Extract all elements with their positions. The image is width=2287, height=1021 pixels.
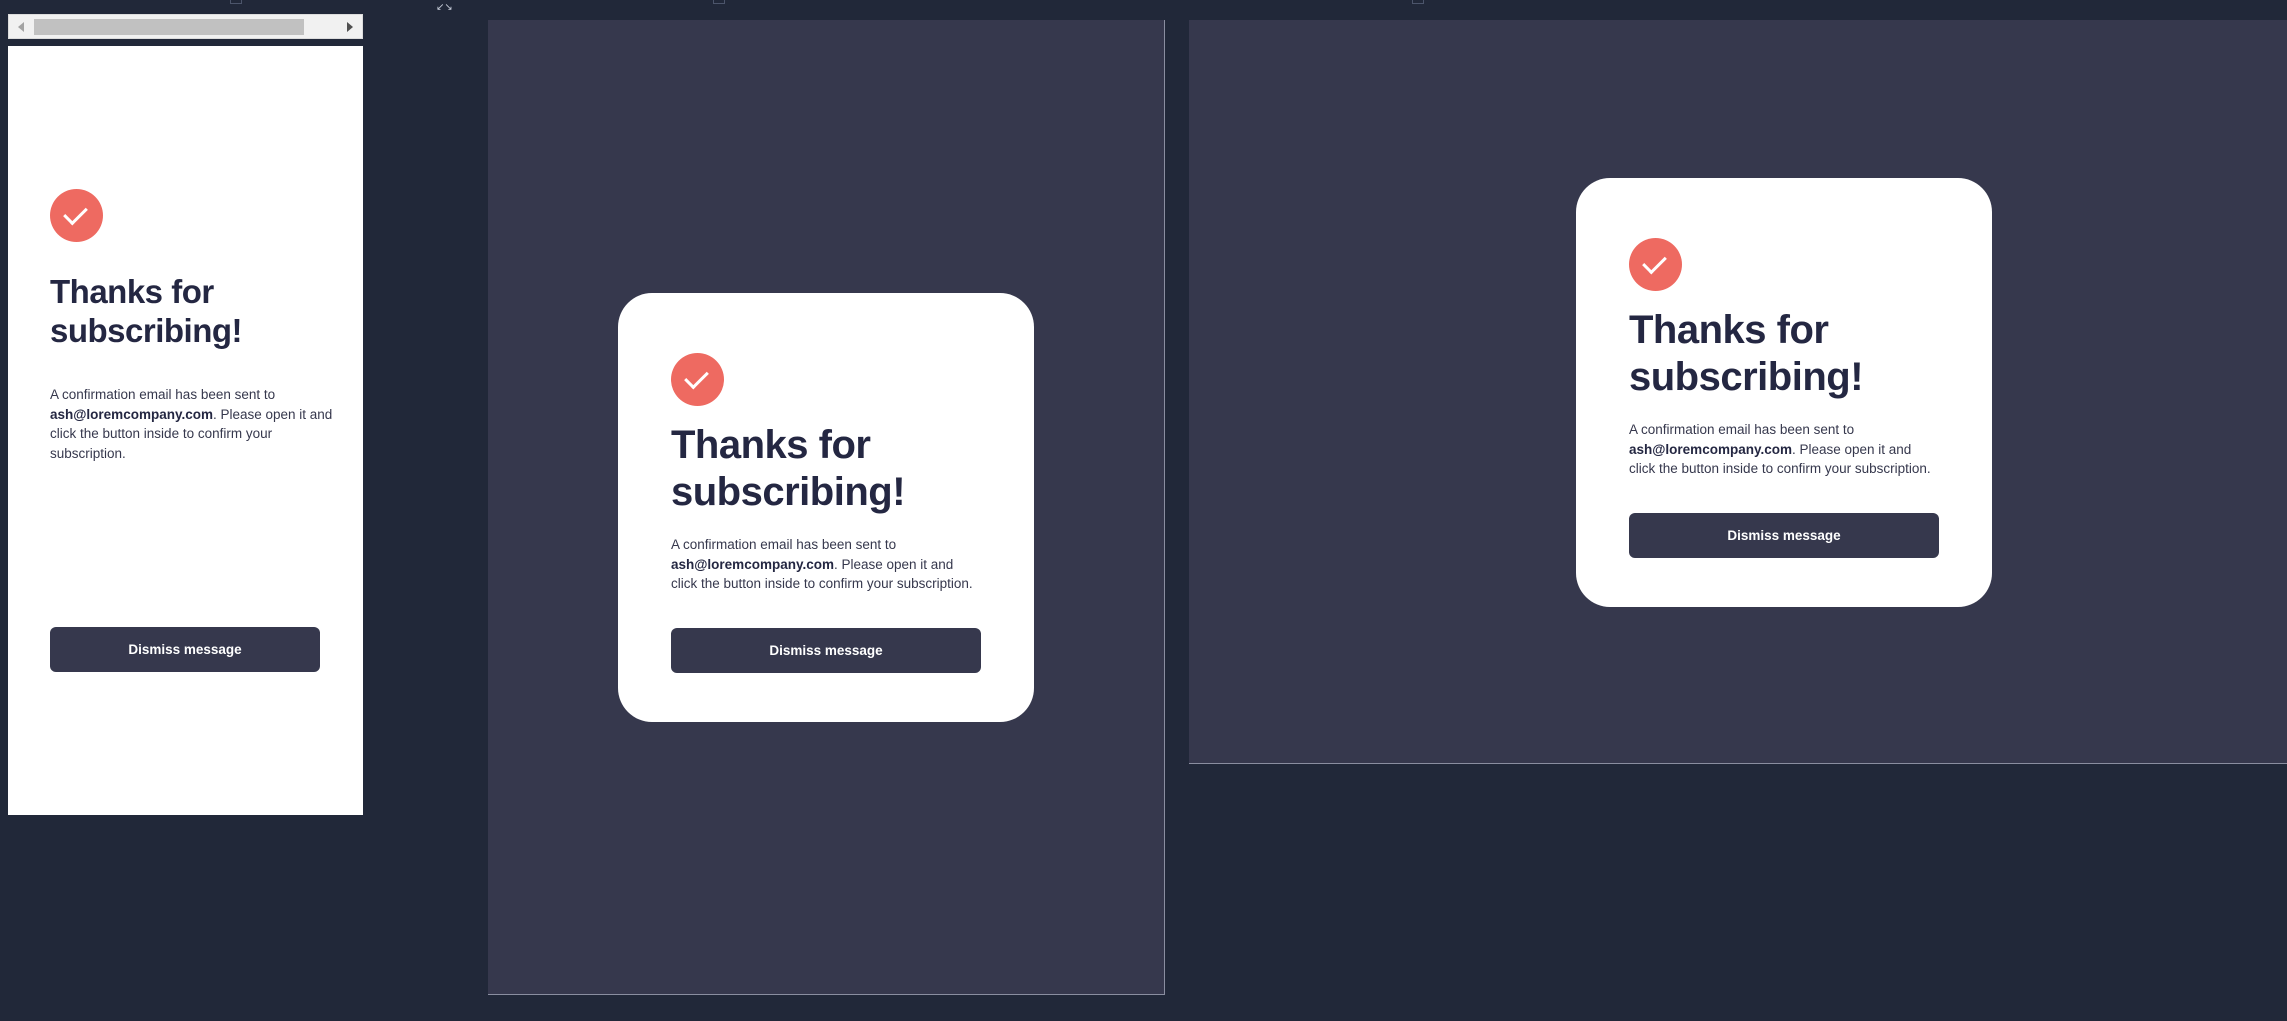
tablet-preview: Thanks for subscribing! A confirmation e… <box>488 20 1165 995</box>
email-address: ash@loremcompany.com <box>1629 441 1792 457</box>
confirmation-text: A confirmation email has been sent to as… <box>671 535 981 594</box>
confirmation-text: A confirmation email has been sent to as… <box>50 385 335 463</box>
email-address: ash@loremcompany.com <box>50 406 213 422</box>
dismiss-button[interactable]: Dismiss message <box>50 627 320 672</box>
success-title: Thanks for subscribing! <box>50 273 243 349</box>
dismiss-button[interactable]: Dismiss message <box>671 628 981 673</box>
check-circle-icon <box>1629 238 1682 291</box>
intro-text: A confirmation email has been sent to <box>1629 422 1855 437</box>
intro-text: A confirmation email has been sent to <box>671 537 897 552</box>
confirmation-text: A confirmation email has been sent to as… <box>1629 420 1939 479</box>
success-title: Thanks for subscribing! <box>671 423 906 514</box>
success-title: Thanks for subscribing! <box>1629 308 1864 399</box>
expand-icon[interactable]: ↙↘ <box>436 2 458 14</box>
check-circle-icon <box>671 353 724 406</box>
toolbar-marker <box>1412 0 1424 4</box>
success-card: Thanks for subscribing! A confirmation e… <box>1576 178 1992 607</box>
mobile-preview: Thanks for subscribing! A confirmation e… <box>8 46 363 815</box>
toolbar-marker <box>230 0 242 4</box>
arrow-right-icon[interactable] <box>347 22 353 32</box>
scrollbar-thumb[interactable] <box>34 19 304 35</box>
horizontal-scrollbar[interactable] <box>8 14 363 39</box>
arrow-left-icon[interactable] <box>18 22 24 32</box>
success-card: Thanks for subscribing! A confirmation e… <box>618 293 1034 722</box>
intro-text: A confirmation email has been sent to <box>50 387 276 402</box>
toolbar-marker <box>713 0 725 4</box>
dismiss-button[interactable]: Dismiss message <box>1629 513 1939 558</box>
desktop-preview: Thanks for subscribing! A confirmation e… <box>1189 20 2287 764</box>
check-circle-icon <box>50 189 103 242</box>
email-address: ash@loremcompany.com <box>671 556 834 572</box>
